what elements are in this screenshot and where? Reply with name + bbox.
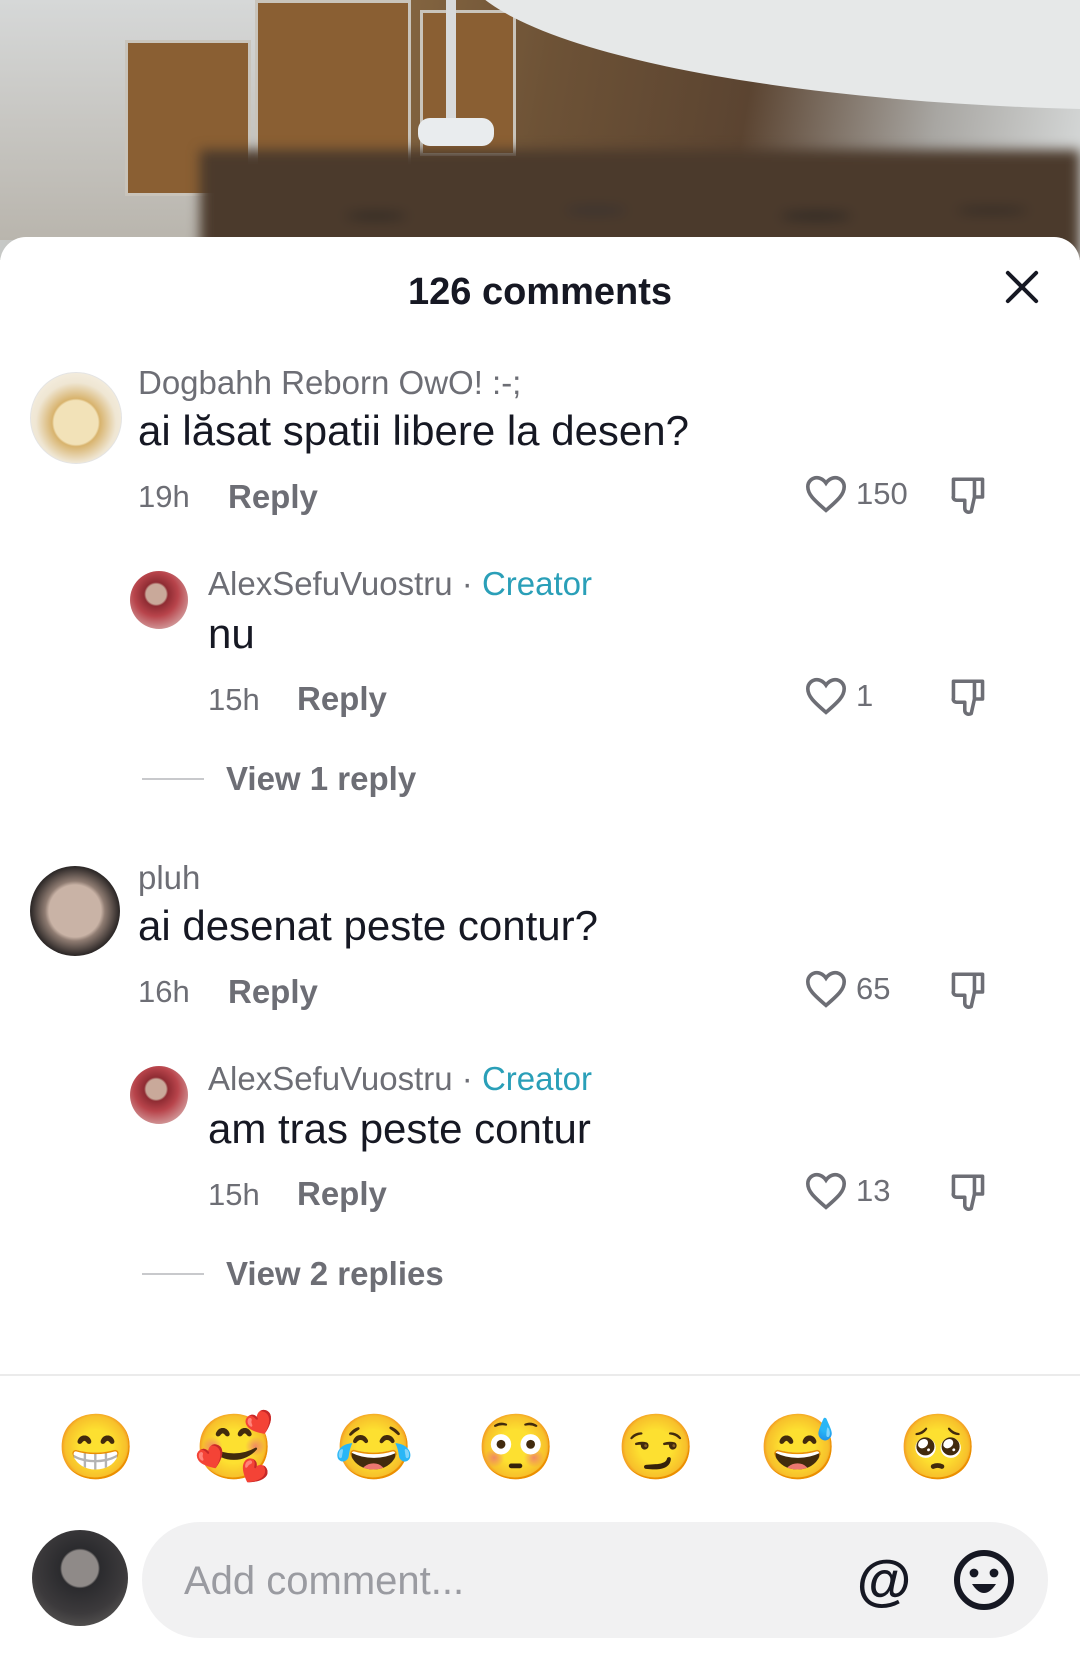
quick-emoji-row: 😁 🥰 😂 😳 😏 😅 🥺 (0, 1410, 1080, 1490)
comment-username[interactable]: pluh (138, 859, 200, 897)
add-comment-input[interactable] (182, 1548, 826, 1614)
video-background (0, 0, 1080, 260)
reply-username-line: AlexSefuVuostru · Creator (208, 1060, 592, 1098)
comment-composer: @ (142, 1522, 1048, 1638)
dislike-icon[interactable] (948, 678, 988, 720)
heart-icon (805, 970, 847, 1008)
like-button[interactable]: 13 (804, 1171, 890, 1211)
creator-badge: Creator (481, 565, 592, 602)
emoji-hearts-button[interactable]: 🥰 (194, 1410, 274, 1484)
view-replies-label: View 2 replies (226, 1255, 444, 1292)
avatar[interactable] (30, 866, 120, 956)
dislike-icon[interactable] (948, 971, 988, 1013)
heart-icon (805, 677, 847, 715)
separator-dot: · (461, 565, 473, 602)
view-replies-button[interactable]: View 2 replies (142, 1255, 444, 1293)
reply-time: 15h (208, 1177, 260, 1212)
emoji-pleading-button[interactable]: 🥺 (898, 1410, 978, 1484)
background-ceiling (460, 0, 1080, 110)
like-button[interactable]: 65 (804, 969, 890, 1009)
background-projector (418, 118, 494, 146)
mention-button[interactable]: @ (852, 1548, 916, 1612)
heart-icon (805, 1172, 847, 1210)
comments-count-title: 126 comments (407, 271, 672, 313)
reply-text: nu (208, 610, 255, 657)
comment-text: ai desenat peste contur? (138, 902, 598, 949)
emoji-smirk-button[interactable]: 😏 (616, 1410, 696, 1484)
dislike-icon[interactable] (948, 476, 988, 518)
dislike-icon[interactable] (948, 1173, 988, 1215)
heart-icon (805, 475, 847, 513)
reply-time: 15h (208, 682, 260, 717)
divider-line (142, 1273, 204, 1275)
composer-divider (0, 1374, 1080, 1376)
like-button[interactable]: 1 (804, 676, 873, 716)
creator-badge: Creator (481, 1060, 592, 1097)
like-count: 13 (856, 1173, 891, 1208)
view-replies-label: View 1 reply (226, 760, 417, 797)
reply-button[interactable]: Reply (228, 478, 318, 516)
view-replies-button[interactable]: View 1 reply (142, 760, 416, 798)
like-count: 150 (856, 476, 908, 511)
emoji-sweat-smile-button[interactable]: 😅 (758, 1410, 838, 1484)
reply-button[interactable]: Reply (297, 1175, 387, 1213)
emoji-flushed-button[interactable]: 😳 (476, 1410, 556, 1484)
reply-text: am tras peste contur (208, 1105, 591, 1152)
avatar[interactable] (30, 372, 122, 464)
reply-username-line: AlexSefuVuostru · Creator (208, 565, 592, 603)
emoji-grin-button[interactable]: 😁 (56, 1410, 136, 1484)
reply-button[interactable]: Reply (228, 973, 318, 1011)
my-avatar[interactable] (32, 1530, 128, 1626)
close-icon[interactable] (1002, 267, 1042, 307)
emoji-picker-icon[interactable] (952, 1548, 1016, 1612)
reply-username[interactable]: AlexSefuVuostru (208, 565, 453, 602)
emoji-joy-button[interactable]: 😂 (334, 1410, 414, 1484)
like-count: 1 (856, 678, 874, 713)
divider-line (142, 778, 204, 780)
comment-username[interactable]: Dogbahh Reborn OwO! :-; (138, 364, 521, 402)
reply-button[interactable]: Reply (297, 680, 387, 718)
avatar[interactable] (130, 571, 188, 629)
reply-username[interactable]: AlexSefuVuostru (208, 1060, 453, 1097)
comment-text: ai lăsat spatii libere la desen? (138, 407, 690, 454)
like-button[interactable]: 150 (804, 474, 908, 514)
like-count: 65 (856, 971, 891, 1006)
background-pole (446, 0, 456, 122)
avatar[interactable] (130, 1066, 188, 1124)
comment-time: 19h (138, 479, 190, 514)
comment-time: 16h (138, 974, 190, 1009)
separator-dot: · (461, 1060, 473, 1097)
